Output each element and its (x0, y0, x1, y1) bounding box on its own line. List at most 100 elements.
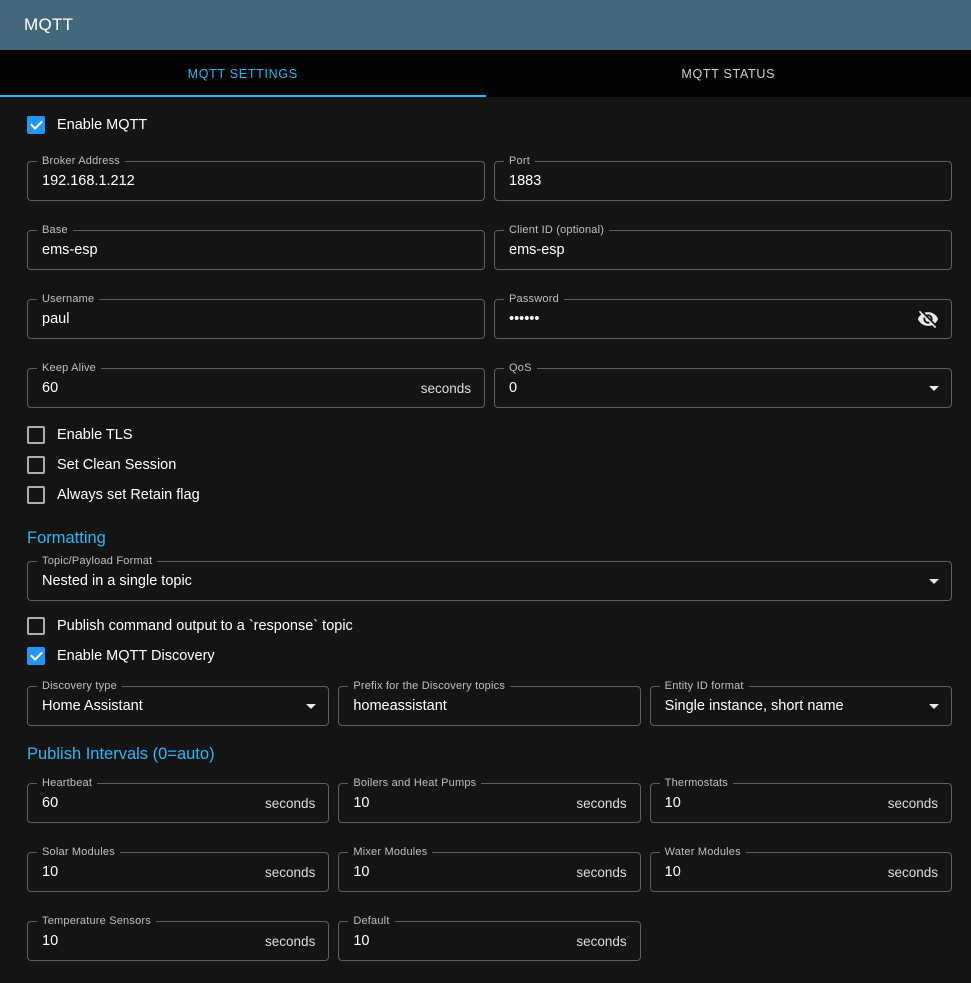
solar-field: Solar Modules seconds (27, 852, 329, 892)
enable-tls-checkbox[interactable]: Enable TLS (27, 420, 133, 450)
boilers-label: Boilers and Heat Pumps (348, 777, 481, 790)
settings-form: Enable MQTT Broker Address Port Base Cli… (0, 97, 971, 977)
temperature-sensors-field: Temperature Sensors seconds (27, 921, 329, 961)
enable-mqtt-checkbox[interactable]: Enable MQTT (27, 110, 147, 140)
base-label: Base (37, 224, 73, 237)
heartbeat-label: Heartbeat (37, 777, 97, 790)
username-field: Username (27, 299, 485, 339)
discovery-options-group: Publish command output to a `response` t… (27, 611, 952, 671)
default-interval-label: Default (348, 915, 394, 928)
intervals-row-2: Solar Modules seconds Mixer Modules seco… (27, 852, 952, 892)
password-field: Password (494, 299, 952, 339)
intervals-row-1: Heartbeat seconds Boilers and Heat Pumps… (27, 783, 952, 823)
entity-id-format-value: Single instance, short name (651, 698, 929, 714)
heartbeat-field: Heartbeat seconds (27, 783, 329, 823)
thermostats-label: Thermostats (660, 777, 733, 790)
mixer-field: Mixer Modules seconds (338, 852, 640, 892)
qos-label: QoS (504, 362, 537, 375)
heartbeat-unit: seconds (265, 796, 328, 811)
water-field: Water Modules seconds (650, 852, 952, 892)
dropdown-arrow-icon (929, 386, 939, 391)
checkbox-icon (27, 426, 45, 444)
empty-cell (650, 921, 952, 961)
retain-flag-checkbox[interactable]: Always set Retain flag (27, 480, 200, 510)
publish-response-checkbox[interactable]: Publish command output to a `response` t… (27, 611, 353, 641)
qos-value: 0 (495, 380, 929, 396)
tab-mqtt-status-label: MQTT STATUS (681, 67, 775, 81)
retain-flag-label: Always set Retain flag (57, 487, 200, 503)
visibility-off-icon (917, 308, 939, 330)
password-label: Password (504, 293, 564, 306)
keepalive-qos-row: Keep Alive seconds QoS 0 (27, 368, 952, 408)
entity-id-format-label: Entity ID format (660, 680, 749, 693)
solar-unit: seconds (265, 865, 328, 880)
mqtt-options-group: Enable TLS Set Clean Session Always set … (27, 420, 952, 510)
toggle-password-visibility-button[interactable] (913, 304, 943, 334)
boilers-field: Boilers and Heat Pumps seconds (338, 783, 640, 823)
checkbox-icon (27, 456, 45, 474)
mixer-label: Mixer Modules (348, 846, 432, 859)
keep-alive-label: Keep Alive (37, 362, 101, 375)
credentials-row: Username Password (27, 299, 952, 339)
checkbox-icon (27, 647, 45, 665)
port-field: Port (494, 161, 952, 201)
base-field: Base (27, 230, 485, 270)
tab-bar: MQTT SETTINGS MQTT STATUS (0, 50, 971, 97)
intervals-row-3: Temperature Sensors seconds Default seco… (27, 921, 952, 961)
discovery-prefix-label: Prefix for the Discovery topics (348, 680, 510, 693)
topic-format-row: Topic/Payload Format Nested in a single … (27, 561, 952, 601)
enable-tls-label: Enable TLS (57, 427, 133, 443)
dropdown-arrow-icon (929, 704, 939, 709)
checkbox-icon (27, 486, 45, 504)
base-clientid-row: Base Client ID (optional) (27, 230, 952, 270)
mqtt-settings-page: MQTT MQTT SETTINGS MQTT STATUS Enable MQ… (0, 0, 971, 977)
client-id-field: Client ID (optional) (494, 230, 952, 270)
keep-alive-field: Keep Alive seconds (27, 368, 485, 408)
clean-session-label: Set Clean Session (57, 457, 176, 473)
temperature-sensors-label: Temperature Sensors (37, 915, 156, 928)
tab-mqtt-settings-label: MQTT SETTINGS (188, 67, 298, 81)
username-label: Username (37, 293, 99, 306)
publish-response-label: Publish command output to a `response` t… (57, 618, 353, 634)
topic-format-value: Nested in a single topic (28, 573, 929, 589)
solar-label: Solar Modules (37, 846, 120, 859)
entity-id-format-select[interactable]: Entity ID format Single instance, short … (650, 686, 952, 726)
boilers-unit: seconds (576, 796, 639, 811)
discovery-type-label: Discovery type (37, 680, 122, 693)
discovery-type-value: Home Assistant (28, 698, 306, 714)
topic-format-label: Topic/Payload Format (37, 555, 157, 568)
thermostats-unit: seconds (888, 796, 951, 811)
discovery-settings-row: Discovery type Home Assistant Prefix for… (27, 686, 952, 726)
temperature-sensors-unit: seconds (265, 934, 328, 949)
water-unit: seconds (888, 865, 951, 880)
tab-mqtt-settings[interactable]: MQTT SETTINGS (0, 50, 486, 97)
checkbox-icon (27, 617, 45, 635)
thermostats-field: Thermostats seconds (650, 783, 952, 823)
dropdown-arrow-icon (306, 704, 316, 709)
app-header: MQTT (0, 0, 971, 50)
enable-discovery-label: Enable MQTT Discovery (57, 648, 215, 664)
publish-intervals-heading: Publish Intervals (0=auto) (27, 744, 952, 764)
qos-select[interactable]: QoS 0 (494, 368, 952, 408)
keep-alive-unit: seconds (421, 381, 484, 396)
client-id-label: Client ID (optional) (504, 224, 609, 237)
dropdown-arrow-icon (929, 579, 939, 584)
mixer-unit: seconds (576, 865, 639, 880)
port-input[interactable] (495, 162, 951, 200)
clean-session-checkbox[interactable]: Set Clean Session (27, 450, 176, 480)
formatting-heading: Formatting (27, 528, 952, 548)
enable-mqtt-label: Enable MQTT (57, 117, 147, 133)
broker-address-field: Broker Address (27, 161, 485, 201)
base-input[interactable] (28, 231, 484, 269)
port-label: Port (504, 155, 535, 168)
default-interval-unit: seconds (576, 934, 639, 949)
broker-port-row: Broker Address Port (27, 161, 952, 201)
broker-address-label: Broker Address (37, 155, 125, 168)
discovery-type-select[interactable]: Discovery type Home Assistant (27, 686, 329, 726)
water-label: Water Modules (660, 846, 746, 859)
tab-mqtt-status[interactable]: MQTT STATUS (486, 50, 971, 97)
checkbox-icon (27, 116, 45, 134)
page-title: MQTT (24, 15, 73, 35)
enable-discovery-checkbox[interactable]: Enable MQTT Discovery (27, 641, 215, 671)
topic-format-select[interactable]: Topic/Payload Format Nested in a single … (27, 561, 952, 601)
